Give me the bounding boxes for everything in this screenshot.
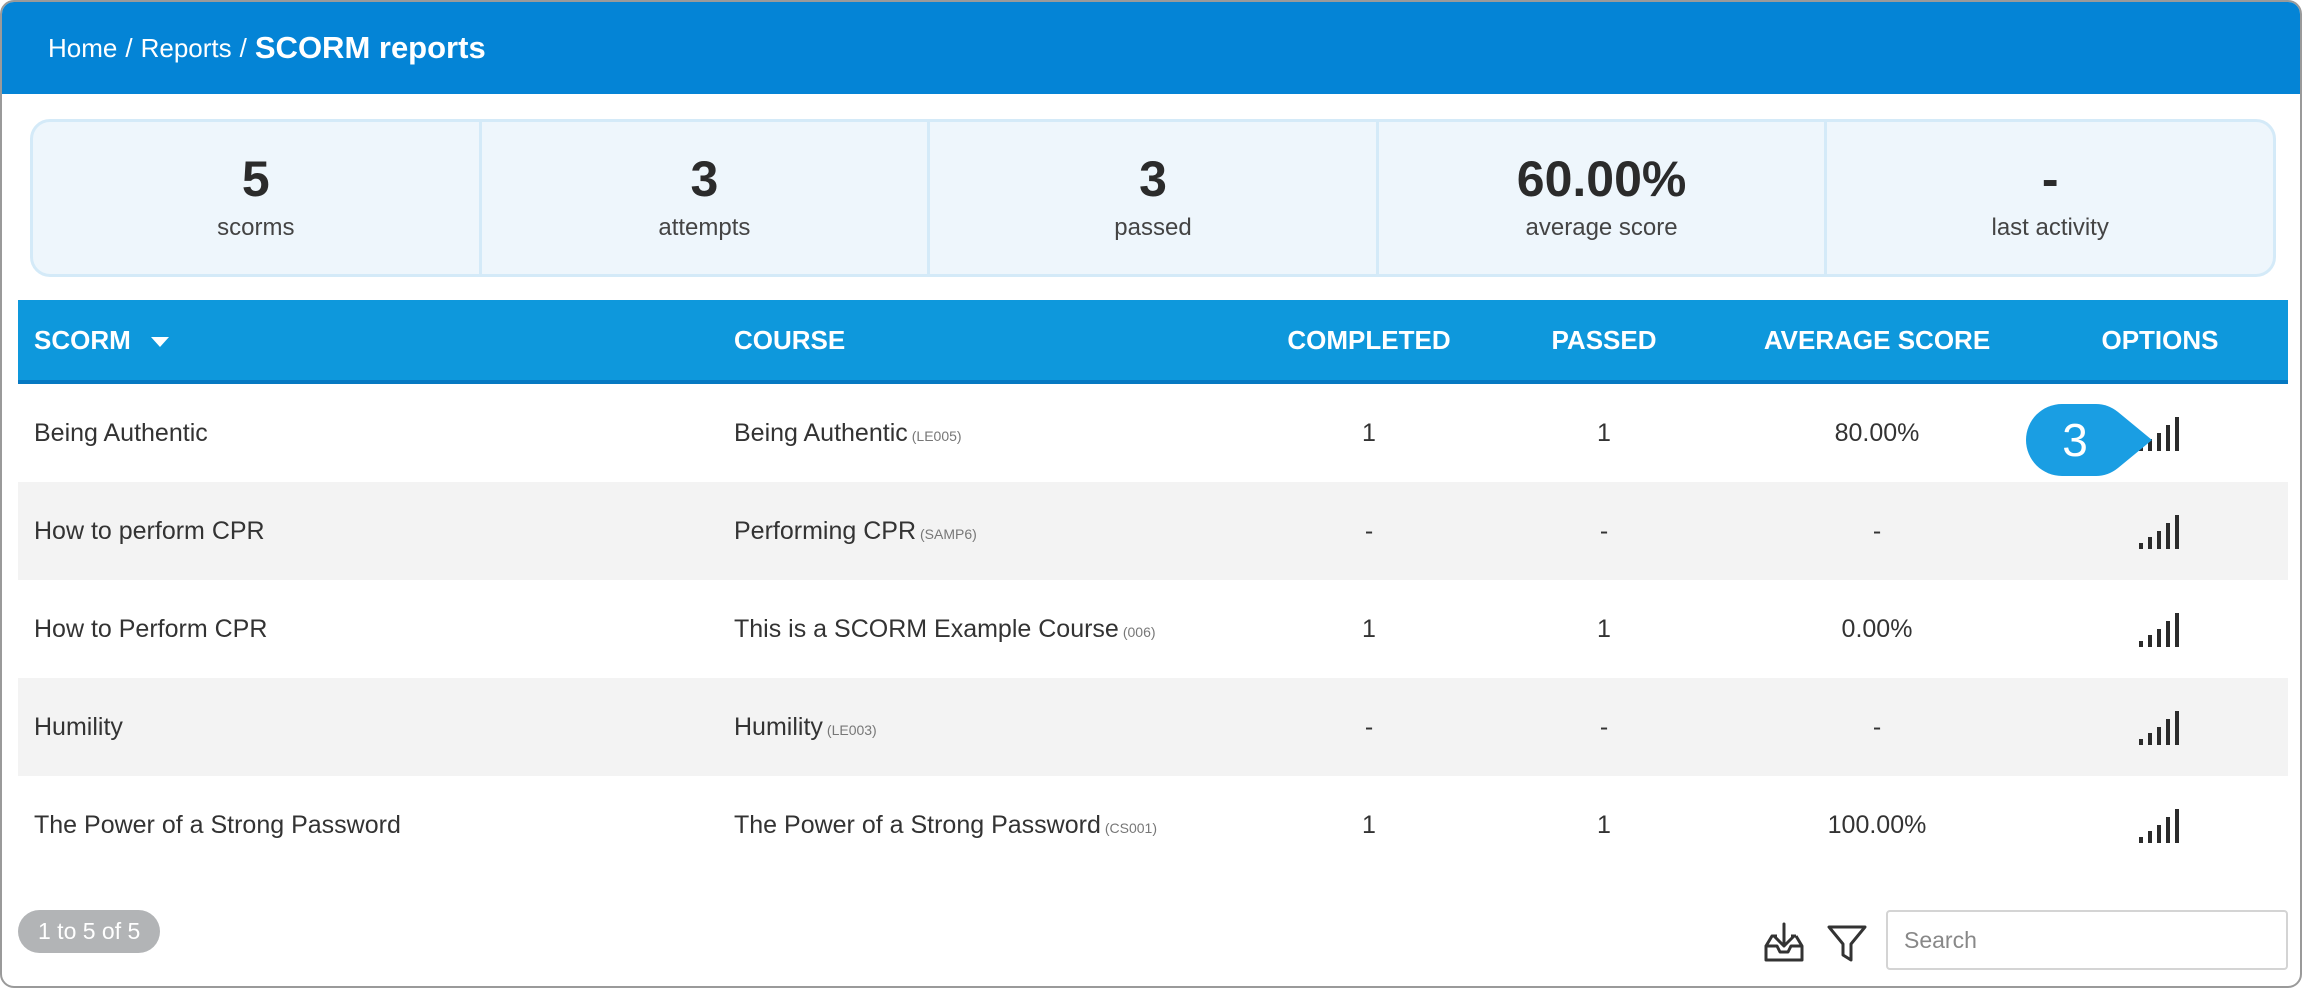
stat-last-activity: - last activity <box>1827 122 2273 274</box>
column-header-course[interactable]: COURSE <box>718 325 1252 356</box>
cell-completed: - <box>1364 516 1374 545</box>
course-code: (LE005) <box>911 427 962 444</box>
pagination-info: 1 to 5 of 5 <box>18 910 161 953</box>
page-title: SCORM reports <box>254 30 486 65</box>
cell-passed: 1 <box>1597 810 1611 839</box>
table-row: How to Perform CPR This is a SCORM Examp… <box>18 580 2288 678</box>
cell-average-score: 100.00% <box>1827 810 1927 839</box>
column-header-scorm[interactable]: SCORM <box>18 325 718 356</box>
cell-options <box>2032 709 2288 745</box>
scorm-table: SCORM COURSE COMPLETED PASSED AVERAGE SC… <box>18 300 2288 874</box>
cell-passed: 1 <box>1597 614 1611 643</box>
cell-options <box>2032 611 2288 647</box>
cell-options <box>2032 513 2288 549</box>
course-name: Performing CPR <box>734 516 916 545</box>
table-row: Being Authentic Being Authentic (LE005) 1… <box>18 384 2288 482</box>
stat-label: attempts <box>658 214 751 241</box>
stat-value: 5 <box>241 151 270 207</box>
stat-scorms: 5 scorms <box>33 122 482 274</box>
stat-label: last activity <box>1991 214 2109 241</box>
course-name: The Power of a Strong Password <box>734 810 1101 839</box>
column-header-average-score[interactable]: AVERAGE SCORE <box>1722 325 2032 356</box>
cell-scorm: How to perform CPR <box>34 516 265 545</box>
column-header-options: OPTIONS <box>2101 324 2219 355</box>
course-code: (CS001) <box>1104 819 1157 836</box>
app-window: Home / Reports / SCORM reports 5 scorms … <box>0 0 2302 988</box>
stat-label: average score <box>1525 214 1678 241</box>
search-input[interactable] <box>1886 910 2288 970</box>
stats-bars-icon[interactable] <box>2137 709 2183 745</box>
cell-course: Humility (LE003) <box>718 713 1252 742</box>
cell-passed: - <box>1599 516 1609 545</box>
cell-course: This is a SCORM Example Course (006) <box>718 615 1252 644</box>
column-header-label: SCORM <box>34 324 131 355</box>
breadcrumb-separator: / <box>239 32 247 63</box>
cell-average-score: - <box>1872 516 1882 545</box>
stat-value: - <box>2041 151 2059 207</box>
course-code: (SAMP6) <box>920 525 977 542</box>
cell-completed: 1 <box>1362 418 1376 447</box>
stat-label: scorms <box>217 214 295 241</box>
filter-icon[interactable] <box>1826 924 1868 964</box>
cell-course: Being Authentic (LE005) <box>718 419 1252 448</box>
stat-value: 3 <box>1139 151 1167 207</box>
course-name: Humility <box>734 712 823 741</box>
course-code: (LE003) <box>826 721 877 738</box>
table-row: How to perform CPR Performing CPR (SAMP6)… <box>18 482 2288 580</box>
callout-number: 3 <box>2062 414 2088 466</box>
cell-scorm: Humility <box>34 712 123 741</box>
stats-bars-icon[interactable] <box>2137 611 2183 647</box>
cell-passed: 1 <box>1597 418 1611 447</box>
stats-bars-icon[interactable] <box>2137 807 2183 843</box>
cell-scorm: How to Perform CPR <box>34 614 268 643</box>
cell-scorm: The Power of a Strong Password <box>34 810 401 839</box>
download-icon[interactable] <box>1762 922 1806 964</box>
top-bar: Home / Reports / SCORM reports <box>2 2 2300 94</box>
table-header: SCORM COURSE COMPLETED PASSED AVERAGE SC… <box>18 300 2288 384</box>
cell-average-score: 0.00% <box>1841 614 1913 643</box>
cell-average-score: - <box>1872 712 1882 741</box>
cell-scorm: Being Authentic <box>34 418 208 447</box>
cell-passed: - <box>1599 712 1609 741</box>
column-header-completed[interactable]: COMPLETED <box>1252 325 1486 356</box>
stats-bars-icon[interactable] <box>2137 513 2183 549</box>
cell-average-score: 80.00% <box>1834 418 1920 447</box>
table-row: The Power of a Strong Password The Power… <box>18 776 2288 874</box>
cell-completed: 1 <box>1362 810 1376 839</box>
course-name: This is a SCORM Example Course <box>734 614 1119 643</box>
sort-desc-icon <box>150 336 169 347</box>
cell-completed: - <box>1364 712 1374 741</box>
table-row: Humility Humility (LE003) - - - <box>18 678 2288 776</box>
stats-panel: 5 scorms 3 attempts 3 passed 60.00% aver… <box>30 119 2276 277</box>
course-name: Being Authentic <box>734 418 908 447</box>
breadcrumb-home[interactable]: Home <box>48 33 117 64</box>
course-code: (006) <box>1122 623 1156 640</box>
cell-course: Performing CPR (SAMP6) <box>718 517 1252 546</box>
stat-attempts: 3 attempts <box>482 122 931 274</box>
cell-options <box>2032 807 2288 843</box>
stat-average-score: 60.00% average score <box>1379 122 1828 274</box>
stat-passed: 3 passed <box>930 122 1379 274</box>
column-header-passed[interactable]: PASSED <box>1486 325 1722 356</box>
cell-course: The Power of a Strong Password (CS001) <box>718 811 1252 840</box>
stat-value: 60.00% <box>1516 151 1687 207</box>
stat-label: passed <box>1114 214 1192 241</box>
cell-completed: 1 <box>1362 614 1376 643</box>
breadcrumb-reports[interactable]: Reports <box>141 33 232 64</box>
breadcrumb-separator: / <box>125 32 133 63</box>
stat-value: 3 <box>690 151 719 207</box>
